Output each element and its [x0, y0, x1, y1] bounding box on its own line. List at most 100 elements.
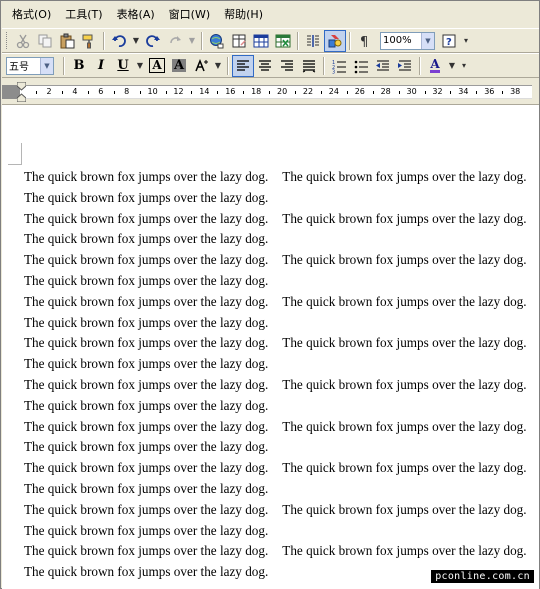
font-size-value: 五号 — [9, 62, 29, 73]
text-line[interactable]: The quick brown fox jumps over the lazy … — [24, 417, 539, 438]
menu-help[interactable]: 帮助(H) — [220, 6, 267, 24]
bold-button[interactable]: B — [68, 55, 90, 77]
ruler-number: 20 — [277, 87, 288, 96]
text-line[interactable]: The quick brown fox jumps over the lazy … — [24, 354, 539, 375]
hyperlink-icon[interactable] — [206, 30, 228, 52]
ruler-tick — [165, 91, 167, 94]
ruler-number: 16 — [225, 87, 236, 96]
chevron-down-icon[interactable]: ▼ — [40, 57, 53, 74]
text-line[interactable]: The quick brown fox jumps over the lazy … — [24, 167, 539, 188]
text-boundary-corner — [8, 143, 22, 165]
menu-bar: 格式(O) 工具(T) 表格(A) 窗口(W) 帮助(H) — [2, 2, 539, 28]
text-line[interactable]: The quick brown fox jumps over the lazy … — [24, 541, 539, 562]
text-line[interactable]: The quick brown fox jumps over the lazy … — [24, 437, 539, 458]
sentence-text: The quick brown fox jumps over the lazy … — [24, 272, 269, 288]
ruler-number: 6 — [98, 87, 104, 96]
paste-icon[interactable] — [56, 30, 78, 52]
menu-tools[interactable]: 工具(T) — [61, 6, 106, 24]
text-line[interactable]: The quick brown fox jumps over the lazy … — [24, 209, 539, 230]
text-line[interactable]: The quick brown fox jumps over the lazy … — [24, 229, 539, 250]
undo-icon[interactable] — [108, 30, 130, 52]
ruler-tick — [398, 91, 400, 94]
insert-table-icon[interactable] — [250, 30, 272, 52]
format-painter-icon[interactable] — [78, 30, 100, 52]
drawing-icon[interactable] — [324, 29, 346, 52]
text-line[interactable]: The quick brown fox jumps over the lazy … — [24, 271, 539, 292]
sentence-text: The quick brown fox jumps over the lazy … — [24, 210, 269, 226]
toolbar-separator — [349, 31, 351, 50]
scaling-dropdown-icon[interactable]: ▼ — [212, 55, 224, 77]
ruler-number: 38 — [510, 87, 521, 96]
underline-dropdown-icon[interactable]: ▼ — [134, 55, 146, 77]
toolbar-options-icon[interactable]: ▾ — [458, 55, 470, 77]
font-color-dropdown-icon[interactable]: ▼ — [446, 55, 458, 77]
sentence-text: The quick brown fox jumps over the lazy … — [24, 418, 269, 434]
toolbar-options-icon[interactable]: ▾ — [460, 30, 472, 52]
svg-text:?: ? — [446, 37, 452, 48]
sentence-text: The quick brown fox jumps over the lazy … — [24, 480, 269, 496]
text-line[interactable]: The quick brown fox jumps over the lazy … — [24, 479, 539, 500]
text-line[interactable]: The quick brown fox jumps over the lazy … — [24, 500, 539, 521]
sentence-text: The quick brown fox jumps over the lazy … — [282, 335, 527, 351]
repeat-icon[interactable] — [164, 30, 186, 52]
menu-format[interactable]: 格式(O) — [8, 6, 55, 24]
decrease-indent-icon[interactable] — [372, 55, 394, 77]
undo-dropdown-icon[interactable]: ▼ — [130, 30, 142, 52]
zoom-combo[interactable]: 100% ▼ — [380, 31, 435, 50]
ruler-tick — [320, 91, 322, 94]
sentence-text: The quick brown fox jumps over the lazy … — [282, 252, 527, 268]
numbering-icon[interactable]: 123 — [328, 55, 350, 77]
ruler-number: 30 — [406, 87, 417, 96]
menu-window[interactable]: 窗口(W) — [165, 6, 214, 24]
font-color-label: A — [430, 57, 440, 73]
document-page[interactable]: The quick brown fox jumps over the lazy … — [2, 105, 539, 589]
indent-marker-icon[interactable] — [17, 82, 26, 102]
align-center-icon[interactable] — [254, 55, 276, 77]
text-line[interactable]: The quick brown fox jumps over the lazy … — [24, 250, 539, 271]
distributed-align-icon[interactable] — [298, 55, 320, 77]
italic-button[interactable]: I — [90, 55, 112, 77]
menu-table[interactable]: 表格(A) — [113, 6, 159, 24]
columns-icon[interactable] — [302, 30, 324, 52]
ruler-tick — [87, 91, 89, 94]
ruler-number: 10 — [147, 87, 158, 96]
text-line[interactable]: The quick brown fox jumps over the lazy … — [24, 188, 539, 209]
copy-icon[interactable] — [34, 30, 56, 52]
font-size-combo[interactable]: 五号 ▼ — [6, 56, 54, 75]
ruler-number: 12 — [173, 87, 184, 96]
text-line[interactable]: The quick brown fox jumps over the lazy … — [24, 396, 539, 417]
sentence-text: The quick brown fox jumps over the lazy … — [24, 522, 269, 538]
toolbar-grip[interactable] — [6, 32, 9, 49]
ruler-number: 28 — [380, 87, 391, 96]
cut-icon[interactable] — [12, 30, 34, 52]
redo-icon[interactable] — [142, 30, 164, 52]
character-scaling-icon[interactable] — [190, 55, 212, 77]
insert-excel-icon[interactable] — [272, 30, 294, 52]
font-color-button[interactable]: A — [424, 55, 446, 77]
document-body[interactable]: The quick brown fox jumps over the lazy … — [24, 167, 539, 583]
help-icon[interactable]: ? — [438, 30, 460, 52]
text-line[interactable]: The quick brown fox jumps over the lazy … — [24, 333, 539, 354]
text-line[interactable]: The quick brown fox jumps over the lazy … — [24, 458, 539, 479]
ruler-tick — [502, 91, 504, 94]
chevron-down-icon[interactable]: ▼ — [421, 32, 434, 49]
sentence-text: The quick brown fox jumps over the lazy … — [282, 293, 527, 309]
increase-indent-icon[interactable] — [394, 55, 416, 77]
text-line[interactable]: The quick brown fox jumps over the lazy … — [24, 375, 539, 396]
align-left-icon[interactable] — [232, 54, 254, 77]
underline-button[interactable]: U — [112, 55, 134, 77]
ruler-tick — [476, 91, 478, 94]
sentence-text: The quick brown fox jumps over the lazy … — [24, 564, 269, 580]
toolbar-separator — [201, 31, 203, 50]
show-hide-icon[interactable]: ¶ — [354, 30, 376, 52]
text-line[interactable]: The quick brown fox jumps over the lazy … — [24, 521, 539, 542]
tables-borders-icon[interactable] — [228, 30, 250, 52]
horizontal-ruler[interactable]: 2 4 6 8 10 12 14 16 18 20 22 24 26 28 30 32 34 36 38 — [2, 79, 539, 105]
text-line[interactable]: The quick brown fox jumps over the lazy … — [24, 313, 539, 334]
character-shading-button[interactable]: A — [168, 55, 190, 77]
bullets-icon[interactable] — [350, 55, 372, 77]
character-border-button[interactable]: A — [146, 55, 168, 77]
repeat-dropdown-icon[interactable]: ▼ — [186, 30, 198, 52]
text-line[interactable]: The quick brown fox jumps over the lazy … — [24, 292, 539, 313]
align-right-icon[interactable] — [276, 55, 298, 77]
